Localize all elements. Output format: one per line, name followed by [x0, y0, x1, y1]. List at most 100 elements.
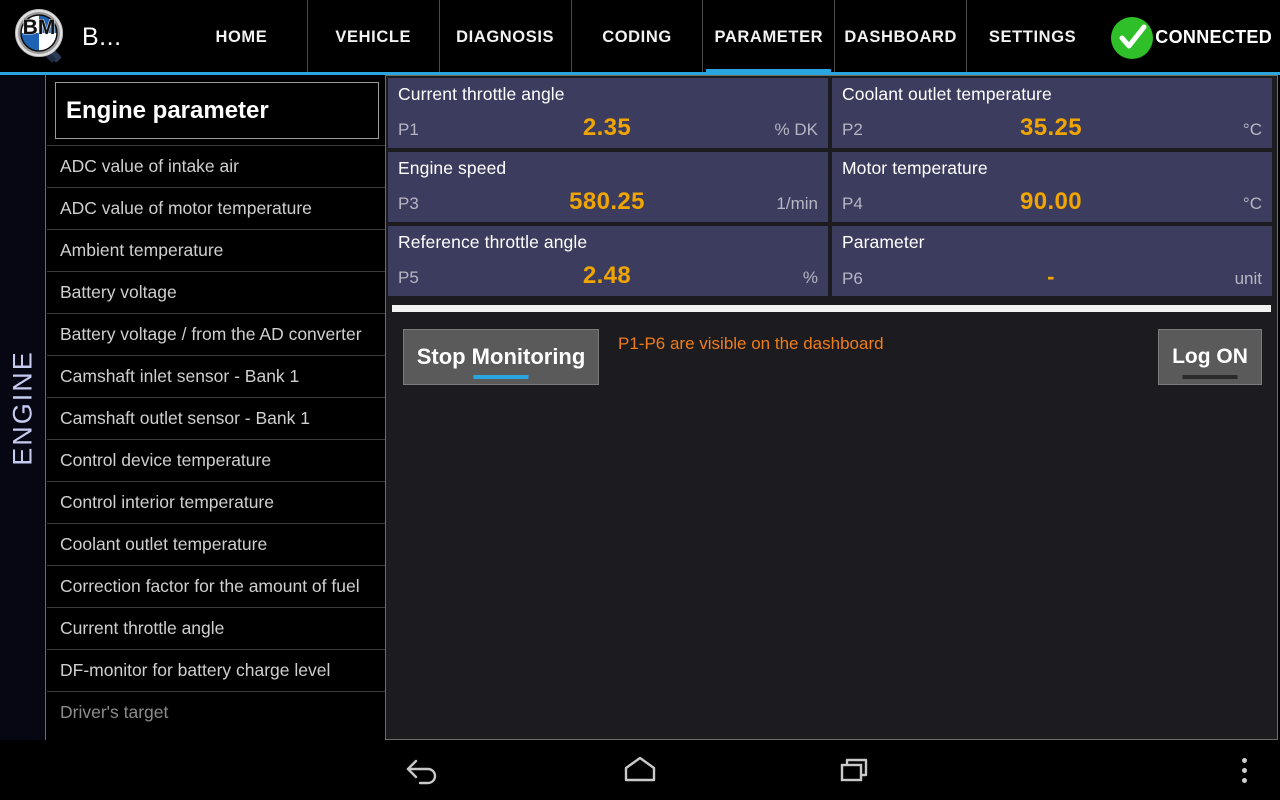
card-slot-id: P6 [842, 269, 863, 288]
list-item[interactable]: Battery voltage / from the AD converter [47, 313, 385, 355]
android-navigation-bar [0, 740, 1280, 800]
card-value: 90.00 [1019, 188, 1083, 215]
tab-vehicle-label: VEHICLE [335, 28, 412, 46]
tab-home[interactable]: HOME [176, 0, 307, 75]
app-root: BM B... HOME VEHICLE DIAGNOSIS CODING PA… [0, 0, 1280, 800]
parameter-card-p2[interactable]: Coolant outlet temperature P2 35.25 °C [832, 78, 1272, 148]
list-item[interactable]: Coolant outlet temperature [47, 523, 385, 565]
engine-rail-label: ENGINE [7, 349, 37, 466]
card-slot-id: P4 [842, 194, 863, 213]
list-item[interactable]: Camshaft inlet sensor - Bank 1 [47, 355, 385, 397]
list-item-label: Correction factor for the amount of fuel [60, 576, 360, 596]
list-item[interactable]: Control interior temperature [47, 481, 385, 523]
list-item-label: Ambient temperature [60, 240, 224, 260]
home-icon[interactable] [596, 740, 684, 800]
tab-diagnosis[interactable]: DIAGNOSIS [438, 0, 571, 75]
list-item[interactable]: ADC value of intake air [47, 145, 385, 187]
card-title: Current throttle angle [398, 84, 565, 104]
tab-diagnosis-label: DIAGNOSIS [456, 28, 555, 46]
parameter-card-p5[interactable]: Reference throttle angle P5 2.48 % [388, 226, 828, 296]
list-item-label: Battery voltage / from the AD converter [60, 324, 362, 344]
list-item[interactable]: Camshaft outlet sensor - Bank 1 [47, 397, 385, 439]
sidebar-header-label: Engine parameter [66, 96, 269, 124]
list-item[interactable]: ADC value of motor temperature [47, 187, 385, 229]
list-item-label: DF-monitor for battery charge level [60, 660, 331, 680]
card-row: P1 2.35 % DK [388, 114, 828, 142]
card-row: P4 90.00 °C [832, 188, 1272, 216]
card-value: 35.25 [1019, 114, 1083, 141]
tab-dashboard-label: DASHBOARD [844, 28, 958, 46]
list-item[interactable]: DF-monitor for battery charge level [47, 649, 385, 691]
card-title: Motor temperature [842, 158, 988, 178]
app-title: B... [82, 23, 122, 51]
list-item-label: ADC value of motor temperature [60, 198, 312, 218]
list-item-label: Camshaft outlet sensor - Bank 1 [60, 408, 310, 428]
green-check-circle-icon [1111, 16, 1154, 59]
log-on-button[interactable]: Log ON [1158, 329, 1262, 385]
bmw-magnifier-logo-icon: BM [12, 7, 74, 69]
tab-vehicle[interactable]: VEHICLE [306, 0, 439, 75]
connection-status[interactable]: CONNECTED [1098, 0, 1280, 75]
log-on-label: Log ON [1172, 345, 1248, 368]
card-unit: unit [1234, 269, 1262, 288]
tab-parameter-label: PARAMETER [714, 28, 824, 46]
stop-monitoring-label: Stop Monitoring [416, 344, 586, 369]
card-row: P3 580.25 1/min [388, 188, 828, 216]
tab-coding[interactable]: CODING [570, 0, 703, 75]
back-arrow-icon[interactable] [380, 740, 468, 800]
card-title: Engine speed [398, 158, 507, 178]
card-row: P5 2.48 % [388, 262, 828, 290]
tab-dashboard[interactable]: DASHBOARD [834, 0, 966, 75]
list-item-label: Control device temperature [60, 450, 272, 470]
list-item-label: Coolant outlet temperature [60, 534, 268, 554]
list-item[interactable]: Correction factor for the amount of fuel [47, 565, 385, 607]
list-item[interactable]: Control device temperature [47, 439, 385, 481]
list-item-label: Camshaft inlet sensor - Bank 1 [60, 366, 300, 386]
horizontal-scrollbar-thumb[interactable] [392, 305, 1271, 312]
list-item-label: Driver's target [60, 702, 169, 722]
card-slot-id: P2 [842, 120, 863, 139]
card-title: Coolant outlet temperature [842, 84, 1052, 104]
card-unit: % [802, 268, 818, 287]
stop-monitoring-button[interactable]: Stop Monitoring [403, 329, 599, 385]
list-item[interactable]: Battery voltage [47, 271, 385, 313]
card-title: Parameter [842, 232, 925, 252]
sidebar-header: Engine parameter [55, 82, 379, 139]
recent-apps-icon[interactable] [812, 740, 900, 800]
card-unit: % DK [774, 120, 818, 139]
tab-home-label: HOME [215, 28, 268, 46]
parameter-card-p4[interactable]: Motor temperature P4 90.00 °C [832, 152, 1272, 222]
list-item[interactable]: Current throttle angle [47, 607, 385, 649]
card-unit: °C [1242, 194, 1262, 213]
card-value: 2.35 [582, 114, 632, 141]
overflow-menu-icon[interactable] [1222, 740, 1266, 800]
card-unit: 1/min [776, 194, 818, 213]
engine-category-rail[interactable]: ENGINE [0, 75, 46, 740]
list-item[interactable]: Driver's target [47, 691, 385, 733]
dashboard-hint-text: P1-P6 are visible on the dashboard [618, 334, 884, 353]
horizontal-scrollbar[interactable] [392, 304, 1271, 313]
card-value: 580.25 [569, 188, 645, 215]
parameter-main-panel: Current throttle angle P1 2.35 % DK Cool… [385, 75, 1278, 740]
tab-parameter[interactable]: PARAMETER [702, 0, 834, 75]
card-slot-id: P5 [398, 268, 419, 287]
log-on-indicator [1182, 375, 1238, 379]
brand-area: BM B... [0, 0, 176, 75]
list-item-label: Current throttle angle [60, 618, 225, 638]
parameter-list: ADC value of intake air ADC value of mot… [47, 145, 385, 733]
nav-tab-list: HOME VEHICLE DIAGNOSIS CODING PARAMETER … [176, 0, 1098, 75]
list-item-label: Control interior temperature [60, 492, 274, 512]
list-item[interactable]: Ambient temperature [47, 229, 385, 271]
card-row: P6 - unit [832, 264, 1272, 290]
parameter-sidebar[interactable]: Engine parameter ADC value of intake air… [47, 75, 385, 740]
parameter-card-p6[interactable]: Parameter P6 - unit [832, 226, 1272, 296]
tab-coding-label: CODING [602, 28, 672, 46]
parameter-card-p3[interactable]: Engine speed P3 580.25 1/min [388, 152, 828, 222]
connection-status-label: CONNECTED [1155, 27, 1272, 47]
tab-settings-label: SETTINGS [988, 28, 1077, 46]
action-row: Stop Monitoring P1-P6 are visible on the… [386, 322, 1277, 412]
card-value: - [1047, 264, 1055, 289]
parameter-card-p1[interactable]: Current throttle angle P1 2.35 % DK [388, 78, 828, 148]
card-slot-id: P3 [398, 194, 419, 213]
tab-settings[interactable]: SETTINGS [966, 0, 1098, 75]
